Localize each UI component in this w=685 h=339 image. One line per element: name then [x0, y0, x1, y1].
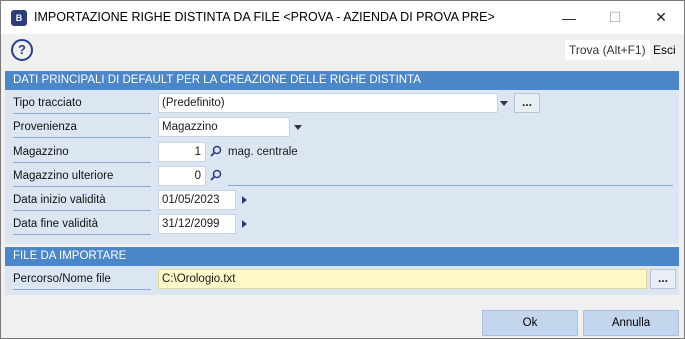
data-fine-label: Data fine validità — [13, 214, 151, 235]
tipo-tracciato-select[interactable]: (Predefinito) — [158, 93, 498, 113]
arrow-right-icon[interactable] — [236, 190, 252, 210]
window-title: IMPORTAZIONE RIGHE DISTINTA DA FILE <PRO… — [34, 10, 495, 24]
magazzino-ulteriore-input[interactable]: 0 — [158, 166, 206, 186]
tipo-tracciato-label: Tipo tracciato — [13, 93, 151, 114]
chevron-down-icon[interactable] — [496, 93, 512, 113]
section-header: DATI PRINCIPALI DI DEFAULT PER LA CREAZI… — [5, 71, 679, 90]
app-icon: B — [11, 10, 27, 26]
help-icon[interactable]: ? — [11, 39, 33, 61]
data-fine-input[interactable]: 31/12/2099 — [158, 214, 236, 234]
maximize-button[interactable]: ☐ — [592, 1, 638, 34]
tipo-tracciato-more-button[interactable]: ... — [514, 93, 540, 113]
close-button[interactable]: ✕ — [638, 1, 684, 34]
search-icon[interactable] — [207, 166, 225, 186]
arrow-right-icon[interactable] — [236, 214, 252, 234]
minimize-button[interactable]: — — [546, 1, 592, 34]
row-magazzino: Magazzino 1 mag. centrale — [5, 142, 679, 164]
provenienza-label: Provenienza — [13, 117, 151, 138]
toolbar: ? Trova (Alt+F1) Esci — [1, 34, 684, 66]
cancel-button[interactable]: Annulla — [583, 310, 679, 336]
row-data-fine: Data fine validità 31/12/2099 — [5, 214, 679, 236]
provenienza-select[interactable]: Magazzino — [158, 117, 290, 137]
file-import-section: FILE DA IMPORTARE Percorso/Nome file C:\… — [5, 247, 679, 295]
row-magazzino-ulteriore: Magazzino ulteriore 0 — [5, 166, 679, 188]
magazzino-description: mag. centrale — [228, 146, 298, 158]
title-bar: B IMPORTAZIONE RIGHE DISTINTA DA FILE <P… — [1, 1, 684, 34]
row-tipo-tracciato: Tipo tracciato (Predefinito) ... — [5, 93, 679, 115]
magazzino-label: Magazzino — [13, 142, 151, 163]
data-inizio-input[interactable]: 01/05/2023 — [158, 190, 236, 210]
magazzino-input[interactable]: 1 — [158, 142, 206, 162]
magazzino-ulteriore-description — [228, 185, 673, 186]
chevron-down-icon[interactable] — [290, 117, 306, 137]
section-header: FILE DA IMPORTARE — [5, 247, 679, 266]
row-percorso: Percorso/Nome file C:\Orologio.txt ... — [5, 269, 679, 291]
exit-button[interactable]: Esci — [653, 40, 676, 60]
data-inizio-label: Data inizio validità — [13, 190, 151, 211]
percorso-browse-button[interactable]: ... — [650, 269, 676, 289]
percorso-input[interactable]: C:\Orologio.txt — [158, 269, 647, 289]
default-data-section: DATI PRINCIPALI DI DEFAULT PER LA CREAZI… — [5, 71, 679, 244]
search-icon[interactable] — [207, 142, 225, 162]
ok-button[interactable]: Ok — [482, 310, 578, 336]
row-provenienza: Provenienza Magazzino — [5, 117, 679, 139]
search-button[interactable]: Trova (Alt+F1) — [565, 40, 650, 60]
percorso-label: Percorso/Nome file — [13, 269, 151, 290]
magazzino-ulteriore-label: Magazzino ulteriore — [13, 166, 151, 187]
dialog-window: B IMPORTAZIONE RIGHE DISTINTA DA FILE <P… — [0, 0, 685, 339]
row-data-inizio: Data inizio validità 01/05/2023 — [5, 190, 679, 212]
